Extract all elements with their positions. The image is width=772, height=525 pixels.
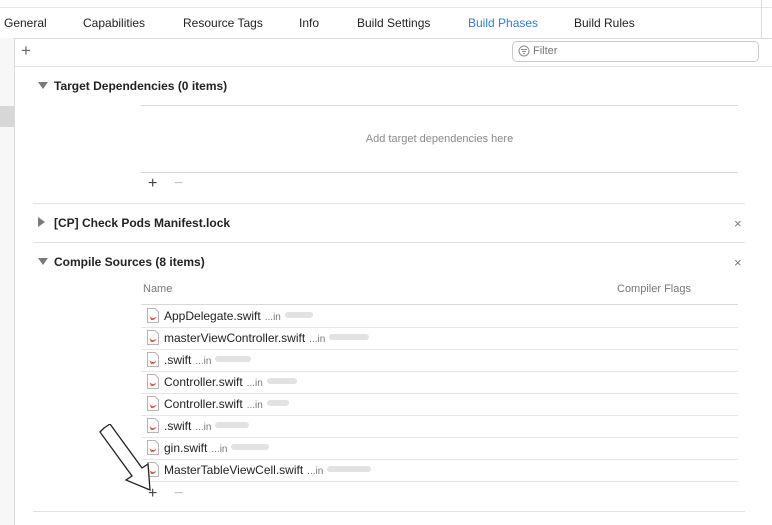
redacted-path — [231, 444, 269, 450]
file-label: .swift ...in — [164, 419, 211, 433]
file-path: ...in — [195, 356, 212, 367]
file-name: .swift — [164, 353, 192, 367]
annotation-arrow-icon — [99, 424, 151, 492]
filter-field[interactable] — [512, 41, 759, 62]
filter-input[interactable] — [533, 43, 753, 59]
build-phases-toolbar: + — [15, 38, 772, 67]
left-gutter-selection — [0, 106, 14, 127]
remove-source-button[interactable]: − — [174, 486, 183, 502]
file-path: ...in — [211, 444, 228, 455]
redacted-path — [267, 400, 289, 406]
tab-info[interactable]: Info — [299, 16, 319, 30]
redacted-path — [215, 422, 249, 428]
swift-file-icon — [147, 396, 159, 411]
tab-resource-tags[interactable]: Resource Tags — [183, 16, 263, 30]
file-label: MasterTableViewCell.swift ...in — [164, 463, 323, 477]
tab-bar: General Capabilities Resource Tags Info … — [0, 0, 772, 39]
disclosure-triangle-collapsed-icon[interactable] — [38, 217, 45, 227]
file-name: Controller.swift — [164, 375, 243, 389]
file-name: Controller.swift — [164, 397, 243, 411]
tab-bar-top-divider — [0, 7, 772, 8]
filter-icon — [518, 45, 530, 57]
file-label: masterViewController.swift ...in — [164, 331, 325, 345]
file-label: gin.swift ...in — [164, 441, 227, 455]
redacted-path — [267, 378, 297, 384]
table-row[interactable]: Controller.swift ...in — [141, 371, 738, 394]
table-row[interactable]: .swift ...in — [141, 349, 738, 372]
remove-dependency-button[interactable]: − — [174, 176, 183, 192]
file-path: ...in — [246, 378, 263, 389]
delete-phase-button[interactable]: × — [734, 217, 742, 230]
tab-build-settings[interactable]: Build Settings — [357, 16, 430, 30]
table-row[interactable]: Controller.swift ...in — [141, 393, 738, 416]
column-header-compiler-flags[interactable]: Compiler Flags — [617, 283, 691, 295]
file-name: masterViewController.swift — [164, 331, 306, 345]
column-header-name[interactable]: Name — [143, 283, 172, 295]
section-title-compile-sources: Compile Sources (8 items) — [54, 255, 205, 269]
file-name: AppDelegate.swift — [164, 309, 261, 323]
file-name: .swift — [164, 419, 192, 433]
section-title-target-dependencies: Target Dependencies (0 items) — [54, 79, 228, 93]
disclosure-triangle-expanded-icon[interactable] — [38, 82, 48, 89]
dependencies-table-top-border — [141, 105, 738, 106]
table-row[interactable]: gin.swift ...in — [141, 437, 738, 460]
add-dependency-button[interactable]: + — [148, 176, 157, 192]
file-path: ...in — [309, 334, 326, 345]
file-name: MasterTableViewCell.swift — [164, 463, 304, 477]
tab-build-rules[interactable]: Build Rules — [574, 16, 635, 30]
file-label: .swift ...in — [164, 353, 211, 367]
file-label: Controller.swift ...in — [164, 375, 263, 389]
swift-file-icon — [147, 352, 159, 367]
delete-phase-button[interactable]: × — [734, 256, 742, 269]
file-path: ...in — [195, 422, 212, 433]
section-divider — [33, 203, 745, 204]
table-row[interactable]: .swift ...in — [141, 415, 738, 438]
tab-capabilities[interactable]: Capabilities — [83, 16, 145, 30]
swift-file-icon — [147, 330, 159, 345]
tab-build-phases[interactable]: Build Phases — [468, 16, 538, 30]
redacted-path — [285, 312, 313, 318]
file-name: gin.swift — [164, 441, 208, 455]
dependencies-table-bottom-border — [141, 172, 738, 173]
table-row[interactable]: masterViewController.swift ...in — [141, 327, 738, 350]
file-path: ...in — [307, 466, 324, 477]
section-divider — [33, 511, 745, 512]
file-label: Controller.swift ...in — [164, 397, 263, 411]
swift-file-icon — [147, 374, 159, 389]
redacted-path — [327, 466, 371, 472]
swift-file-icon — [147, 308, 159, 323]
file-path: ...in — [264, 312, 281, 323]
tab-general[interactable]: General — [4, 16, 47, 30]
add-build-phase-button[interactable]: + — [21, 41, 31, 61]
redacted-path — [329, 334, 369, 340]
disclosure-triangle-expanded-icon[interactable] — [38, 258, 48, 265]
file-label: AppDelegate.swift ...in — [164, 309, 281, 323]
table-row[interactable]: MasterTableViewCell.swift ...in — [141, 459, 738, 482]
section-title-check-pods: [CP] Check Pods Manifest.lock — [54, 216, 231, 230]
redacted-path — [215, 356, 251, 362]
table-row[interactable]: AppDelegate.swift ...in — [141, 305, 738, 328]
file-path: ...in — [246, 400, 263, 411]
section-divider — [33, 242, 745, 243]
dependencies-placeholder: Add target dependencies here — [365, 133, 514, 145]
tab-bar-right-divider — [761, 0, 762, 38]
